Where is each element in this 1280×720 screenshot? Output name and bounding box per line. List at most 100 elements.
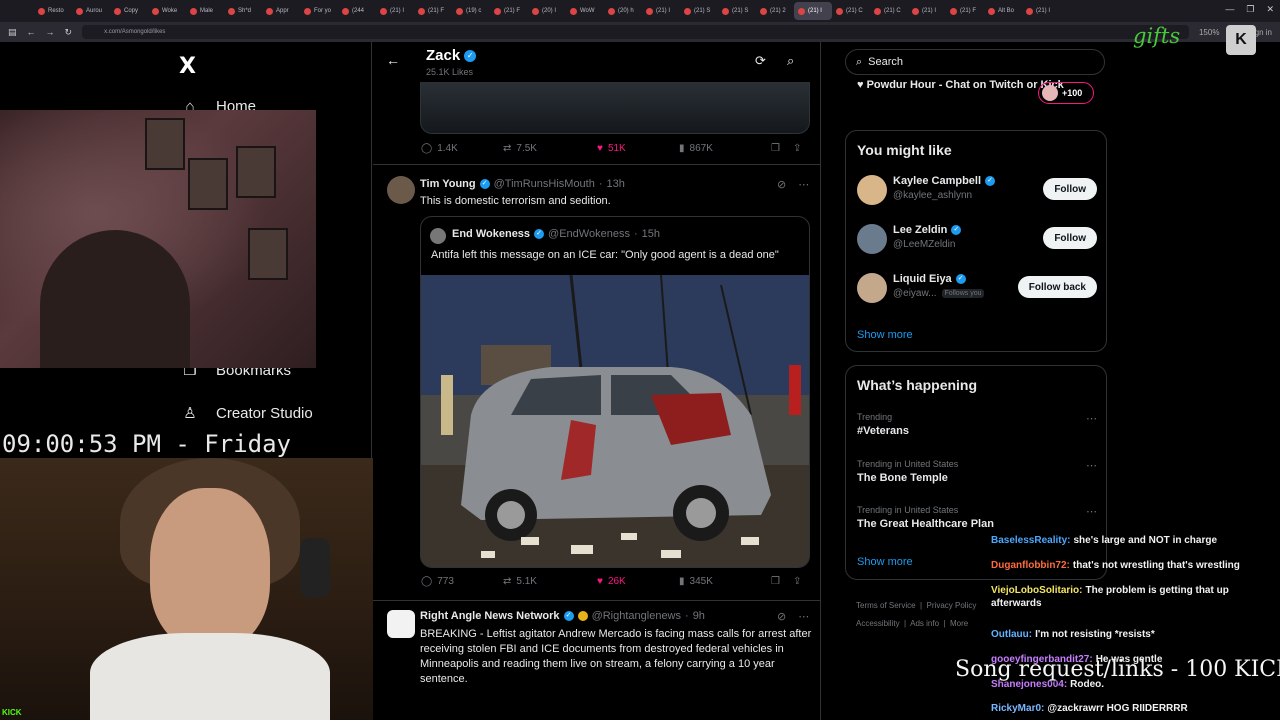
- bookmark-button[interactable]: ❒: [771, 143, 793, 154]
- browser-tab[interactable]: (21) F: [414, 2, 452, 20]
- tab-favicon-icon: [114, 7, 121, 15]
- suggested-user[interactable]: Liquid Eiya ✓ @eiyaw... Follows you Follow…: [857, 271, 1097, 305]
- zoom-level[interactable]: 150%: [1199, 28, 1219, 37]
- close-icon[interactable]: ✕: [1266, 4, 1274, 15]
- avatar[interactable]: [387, 176, 415, 204]
- like-button[interactable]: ♥ 51K: [597, 143, 679, 154]
- tweet-time[interactable]: 9h: [693, 610, 705, 622]
- nav-item-creator-studio[interactable]: ♙ Creator Studio: [182, 404, 312, 423]
- search-icon[interactable]: ⌕: [787, 53, 794, 69]
- browser-tab[interactable]: (21) S: [718, 2, 756, 20]
- more-icon[interactable]: ⋯: [1086, 412, 1097, 425]
- follow-button[interactable]: Follow: [1043, 178, 1097, 200]
- more-icon[interactable]: ⋯: [1086, 459, 1097, 472]
- browser-tab[interactable]: (21) C: [870, 2, 908, 20]
- browser-tab[interactable]: (21) I: [376, 2, 414, 20]
- tweet-time[interactable]: 13h: [607, 178, 625, 190]
- suggested-user[interactable]: Kaylee Campbell ✓ @kaylee_ashlynn Follow: [857, 173, 1097, 207]
- maximize-icon[interactable]: ❐: [1246, 4, 1254, 15]
- previous-tweet-media[interactable]: [420, 82, 810, 134]
- avatar[interactable]: [387, 610, 415, 638]
- reply-button[interactable]: ◯ 773: [421, 576, 503, 587]
- footer-link[interactable]: Accessibility: [856, 619, 900, 628]
- more-icon[interactable]: ⋯: [798, 610, 809, 623]
- follow-button[interactable]: Follow: [1043, 227, 1097, 249]
- bookmark-button[interactable]: ❒: [771, 576, 793, 587]
- browser-tab[interactable]: (21) I: [642, 2, 680, 20]
- views-button[interactable]: ▮ 867K: [679, 143, 771, 154]
- more-icon[interactable]: ⋯: [798, 178, 809, 191]
- grok-icon[interactable]: ⊘: [777, 178, 786, 191]
- search-input[interactable]: ⌕ Search: [845, 49, 1105, 75]
- x-logo[interactable]: X: [179, 54, 196, 79]
- browser-tab[interactable]: For yo: [300, 2, 338, 20]
- trend-item[interactable]: Trending #Veterans ⋯: [857, 412, 1097, 437]
- trend-item[interactable]: Trending in United States The Great Heal…: [857, 505, 1097, 530]
- author-handle[interactable]: @Rightanglenews: [592, 610, 681, 622]
- follow-back-button[interactable]: Follow back: [1017, 276, 1097, 298]
- author-handle[interactable]: @TimRunsHisMouth: [494, 178, 595, 190]
- quoted-tweet[interactable]: End Wokeness ✓ @EndWokeness · 15h Antifa…: [420, 216, 810, 568]
- grok-icon[interactable]: ⊘: [777, 610, 786, 623]
- suggested-user[interactable]: Lee Zeldin ✓ @LeeMZeldin Follow: [857, 222, 1097, 256]
- share-button[interactable]: ⇪: [793, 576, 801, 587]
- browser-tab[interactable]: (21) F: [946, 2, 984, 20]
- footer-link[interactable]: Privacy Policy: [927, 601, 977, 610]
- browser-tab[interactable]: Appr: [262, 2, 300, 20]
- footer-link[interactable]: More: [950, 619, 968, 628]
- quoted-tweet-header: End Wokeness ✓ @EndWokeness · 15h: [452, 228, 660, 240]
- browser-tab[interactable]: (21) I: [1022, 2, 1060, 20]
- author-name[interactable]: Tim Young: [420, 178, 476, 190]
- browser-tab[interactable]: Sh*d: [224, 2, 262, 20]
- address-bar[interactable]: x.com/Asmongold/likes: [82, 25, 1189, 39]
- browser-tab[interactable]: (21) S: [680, 2, 718, 20]
- browser-tab[interactable]: Male: [186, 2, 224, 20]
- minimize-icon[interactable]: —: [1225, 4, 1234, 15]
- browser-tab[interactable]: (20) I: [528, 2, 566, 20]
- repost-button[interactable]: ⇄ 7.5K: [503, 143, 597, 154]
- browser-tab[interactable]: Resto: [34, 2, 72, 20]
- browser-tab[interactable]: (20) h: [604, 2, 642, 20]
- refresh-icon[interactable]: ⟳: [755, 53, 766, 69]
- footer-link[interactable]: Ads info: [910, 619, 939, 628]
- trend-item[interactable]: Trending in United States The Bone Templ…: [857, 459, 1097, 484]
- tweet[interactable]: Right Angle News Network ✓ @Rightanglene…: [373, 600, 820, 720]
- avatar[interactable]: [857, 224, 887, 254]
- browser-tab[interactable]: Woke: [148, 2, 186, 20]
- more-icon[interactable]: ⋯: [1086, 505, 1097, 518]
- suggested-name-text: Kaylee Campbell: [893, 175, 982, 187]
- author-name[interactable]: Right Angle News Network: [420, 610, 560, 622]
- like-button[interactable]: ♥ 26K: [597, 576, 679, 587]
- show-more-link[interactable]: Show more: [857, 556, 913, 568]
- browser-tab[interactable]: (21) F: [490, 2, 528, 20]
- browser-tab[interactable]: Copy: [110, 2, 148, 20]
- tab-label: (21) I: [656, 8, 671, 14]
- views-button[interactable]: ▮ 345K: [679, 576, 771, 587]
- browser-tab[interactable]: (21) C: [832, 2, 870, 20]
- browser-tab[interactable]: Aurou: [72, 2, 110, 20]
- repost-count: 7.5K: [516, 143, 537, 154]
- reply-button[interactable]: ◯ 1.4K: [421, 143, 503, 154]
- vandalized-car-photo[interactable]: [421, 275, 809, 567]
- avatar[interactable]: [857, 175, 887, 205]
- tab-label: Alt Bo: [998, 8, 1015, 14]
- tab-label: (21) C: [846, 8, 863, 14]
- avatar[interactable]: [857, 273, 887, 303]
- back-icon[interactable]: ←: [27, 27, 36, 37]
- browser-tab[interactable]: (21) I: [908, 2, 946, 20]
- forward-icon[interactable]: →: [46, 27, 55, 37]
- browser-tab[interactable]: (21) l: [794, 2, 832, 20]
- browser-tab[interactable]: (244: [338, 2, 376, 20]
- back-arrow-icon[interactable]: ←: [386, 52, 400, 68]
- sidebar-toggle-icon[interactable]: ▤: [8, 27, 17, 38]
- share-button[interactable]: ⇪: [793, 143, 801, 154]
- live-viewers-badge[interactable]: +100: [1038, 82, 1094, 104]
- browser-tab[interactable]: (21) 2: [756, 2, 794, 20]
- reload-icon[interactable]: ↻: [65, 27, 73, 38]
- show-more-link[interactable]: Show more: [857, 329, 913, 341]
- footer-link[interactable]: Terms of Service: [856, 601, 916, 610]
- browser-tab[interactable]: WoW: [566, 2, 604, 20]
- repost-button[interactable]: ⇄ 5.1K: [503, 576, 597, 587]
- browser-tab[interactable]: (19) c: [452, 2, 490, 20]
- browser-tab[interactable]: Alt Bo: [984, 2, 1022, 20]
